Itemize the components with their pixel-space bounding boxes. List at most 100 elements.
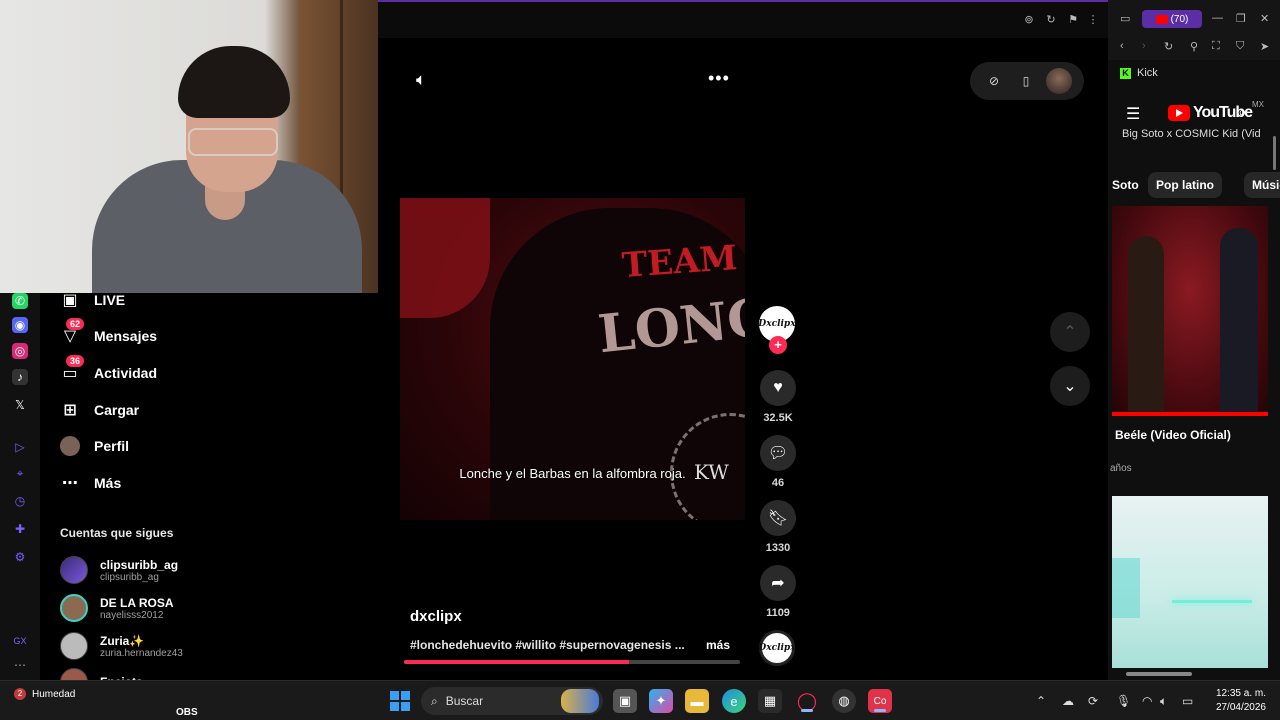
nav-messages[interactable]: ▽ 62 Mensajes bbox=[60, 318, 158, 351]
task-view-icon[interactable]: ▣ bbox=[613, 689, 637, 713]
user-avatar[interactable] bbox=[1046, 68, 1072, 94]
messages-badge: 62 bbox=[66, 318, 85, 330]
copilot-icon[interactable]: ✦ bbox=[649, 689, 673, 713]
sync-icon[interactable]: ⟳ bbox=[1088, 694, 1098, 708]
following-item[interactable]: DE LA ROSA nayelisss2012 bbox=[60, 591, 174, 625]
nav-messages-label: Mensajes bbox=[94, 328, 158, 344]
youtube-video-thumbnail[interactable] bbox=[1112, 206, 1268, 416]
following-item[interactable]: clipsuribb_ag clipsuribb_ag bbox=[60, 553, 178, 587]
profile-icon bbox=[60, 436, 80, 456]
heart-icon[interactable]: ♥ bbox=[760, 370, 796, 406]
player-icon[interactable]: ▷ bbox=[12, 439, 28, 455]
nav-upload[interactable]: ⊞ Cargar bbox=[60, 395, 139, 425]
microphone-icon[interactable]: 🎙︎ bbox=[1116, 694, 1131, 708]
capcut-icon[interactable]: Co bbox=[868, 689, 892, 713]
browser-top-bar: ⊚ ↻ ⚑ ⋮ bbox=[378, 0, 1108, 38]
settings-icon[interactable]: ⊚ bbox=[1022, 13, 1036, 27]
reload-icon[interactable]: ↻ bbox=[1044, 13, 1058, 27]
clock[interactable]: 12:35 a. m. 27/04/2026 bbox=[1208, 687, 1266, 715]
youtube-scrollbar[interactable] bbox=[1273, 136, 1276, 170]
weather-widget[interactable]: 2 Humedad bbox=[14, 688, 75, 700]
comment-action[interactable]: 💬︎ 46 bbox=[758, 435, 798, 489]
discord-icon[interactable]: ◉ bbox=[12, 317, 28, 333]
search-icon[interactable]: ⌕ bbox=[1238, 104, 1247, 122]
hamburger-icon[interactable]: ☰ bbox=[1126, 104, 1140, 124]
youtube-now-playing-title[interactable]: Big Soto x COSMIC Kid (Vid bbox=[1122, 128, 1272, 140]
video-player[interactable]: TEAM LONCH KW Lonche y el Barbas en la a… bbox=[400, 198, 745, 520]
share-action[interactable]: ➦ 1109 bbox=[758, 565, 798, 619]
battery-icon[interactable]: ▭ bbox=[1182, 694, 1193, 708]
start-button[interactable] bbox=[390, 691, 410, 711]
more-options-icon[interactable]: ••• bbox=[708, 68, 730, 89]
pin-icon[interactable]: ⚲ bbox=[1190, 40, 1198, 53]
menu-dots-icon[interactable]: ⋮ bbox=[1086, 13, 1100, 27]
obs-icon[interactable]: ◍ bbox=[832, 689, 856, 713]
chevron-up-icon[interactable]: ⌃ bbox=[1036, 694, 1046, 708]
following-item[interactable]: Zuria✨ zuria.hernandez43 bbox=[60, 629, 183, 663]
tiktok-icon[interactable]: ♪ bbox=[12, 369, 28, 385]
pin-icon[interactable]: ⌖ bbox=[12, 465, 28, 481]
youtube-chip[interactable]: Soto bbox=[1104, 172, 1147, 198]
settings-icon[interactable]: ⚙ bbox=[12, 549, 28, 565]
nav-activity[interactable]: ▭ 36 Actividad bbox=[60, 355, 157, 388]
volume-icon[interactable]: 🔈︎ bbox=[1160, 694, 1167, 709]
start-tile bbox=[401, 702, 410, 711]
save-action[interactable]: 🔖︎ 1330 bbox=[758, 500, 798, 554]
gx-icon[interactable]: GX bbox=[12, 633, 28, 649]
cloud-icon[interactable]: ☁ bbox=[1062, 694, 1074, 708]
compass-icon[interactable]: ⊘ bbox=[982, 69, 1006, 93]
video-hashtags[interactable]: #lonchedehuevito #willito #supernovagene… bbox=[410, 638, 690, 652]
whatsapp-icon[interactable]: ✆ bbox=[12, 293, 28, 309]
file-explorer-icon[interactable]: ▬ bbox=[685, 689, 709, 713]
phone-icon[interactable]: ▯ bbox=[1014, 69, 1038, 93]
nav-more[interactable]: ⋯ Más bbox=[60, 468, 121, 498]
send-icon[interactable]: ➤ bbox=[1260, 40, 1269, 53]
caption-more-link[interactable]: más bbox=[706, 638, 730, 652]
video-progress-bar[interactable] bbox=[404, 660, 740, 664]
save-count: 1330 bbox=[765, 542, 791, 554]
previous-video-button[interactable]: ⌃ bbox=[1050, 312, 1090, 352]
forward-icon[interactable]: › bbox=[1142, 40, 1146, 52]
back-icon[interactable]: ‹ bbox=[1120, 40, 1124, 52]
youtube-video-title[interactable]: Beéle (Video Oficial) bbox=[1115, 428, 1231, 442]
youtube-horizontal-scrollbar[interactable] bbox=[1126, 672, 1192, 676]
cast-icon[interactable]: ▭ bbox=[1120, 12, 1130, 25]
video-author[interactable]: dxclipx bbox=[410, 608, 462, 625]
youtube-tab-badge[interactable]: (70) bbox=[1142, 10, 1202, 28]
weather-badge: 2 bbox=[14, 688, 26, 700]
bookmark-icon[interactable]: 🔖︎ bbox=[760, 500, 796, 536]
like-action[interactable]: ♥ 32.5K bbox=[758, 370, 798, 424]
youtube-chip[interactable]: Músic bbox=[1244, 172, 1280, 198]
volume-icon[interactable]: 🔈︎ bbox=[416, 70, 426, 90]
reload-icon[interactable]: ↻ bbox=[1164, 40, 1173, 53]
share-icon[interactable]: ➦ bbox=[760, 565, 796, 601]
instagram-icon[interactable]: ◎ bbox=[12, 343, 28, 359]
comment-icon[interactable]: 💬︎ bbox=[760, 435, 796, 471]
store-icon[interactable]: ▦ bbox=[758, 689, 782, 713]
restore-icon[interactable]: ❐ bbox=[1236, 12, 1246, 25]
taskbar-search[interactable]: ⌕ Buscar bbox=[421, 687, 603, 715]
next-video-button[interactable]: ⌄ bbox=[1050, 366, 1090, 406]
youtube-chip[interactable]: Pop latino bbox=[1148, 172, 1222, 198]
x-icon[interactable]: 𝕏 bbox=[12, 397, 28, 413]
music-disc[interactable]: Dxclipx bbox=[758, 630, 796, 666]
like-count: 32.5K bbox=[763, 412, 793, 424]
minimize-icon[interactable]: — bbox=[1212, 12, 1223, 24]
close-icon[interactable]: ✕ bbox=[1260, 12, 1269, 25]
kick-shortcut[interactable]: K Kick bbox=[1120, 67, 1158, 79]
edge-icon[interactable]: e bbox=[722, 689, 746, 713]
nav-live-label: LIVE bbox=[94, 292, 126, 308]
snapshot-icon[interactable]: ⛶ bbox=[1212, 40, 1220, 53]
follow-plus-button[interactable]: + bbox=[769, 336, 787, 354]
shield-icon[interactable]: ⛉ bbox=[1236, 40, 1244, 53]
history-icon[interactable]: ◷ bbox=[12, 493, 28, 509]
active-indicator bbox=[874, 709, 886, 712]
youtube-header: ☰ YouTube MX ⌕ bbox=[1108, 96, 1280, 132]
pin-icon[interactable]: ⚑ bbox=[1066, 13, 1080, 27]
extensions-icon[interactable]: ✚ bbox=[12, 521, 28, 537]
opera-gx-icon[interactable]: ◯ bbox=[795, 689, 819, 713]
more-dots-icon[interactable]: ⋯ bbox=[12, 657, 28, 673]
wifi-icon[interactable]: ◠ bbox=[1142, 694, 1152, 708]
nav-profile[interactable]: Perfil bbox=[60, 431, 129, 461]
youtube-video-thumbnail[interactable] bbox=[1112, 496, 1268, 668]
